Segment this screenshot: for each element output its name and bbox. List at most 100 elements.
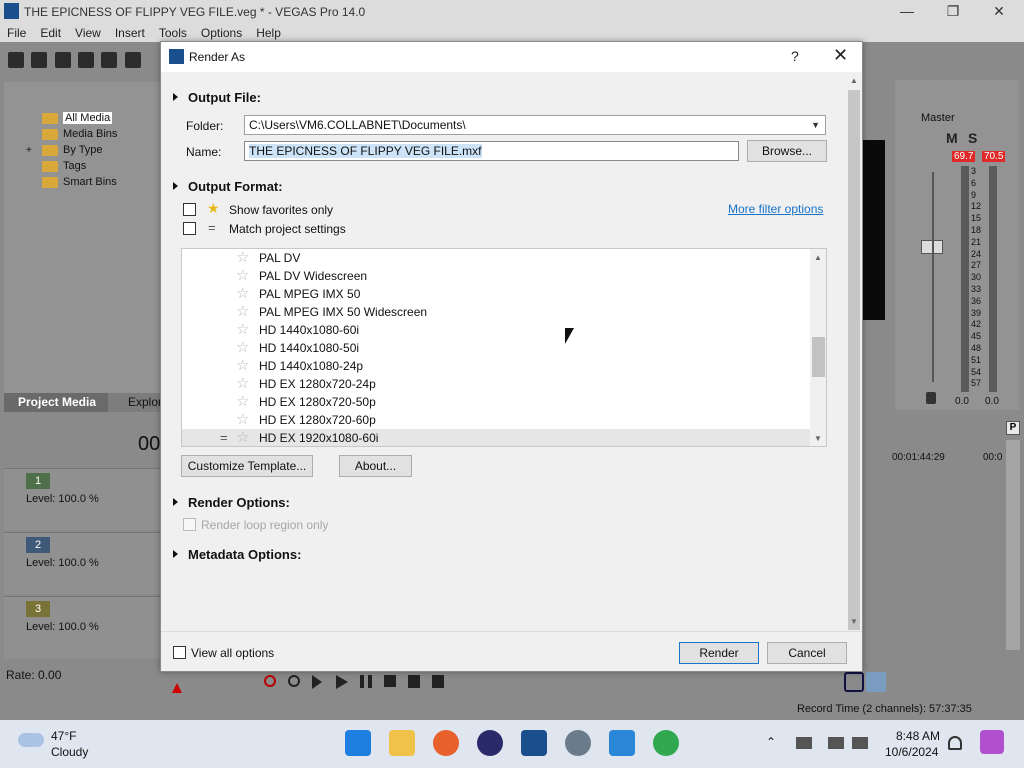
settings-icon[interactable]	[565, 730, 591, 756]
browse-button[interactable]: Browse...	[747, 140, 827, 162]
favorite-star-icon[interactable]: ☆	[236, 412, 249, 428]
favorite-star-icon[interactable]: ☆	[236, 286, 249, 302]
render-button[interactable]: Render	[679, 642, 759, 664]
mute-button[interactable]: M	[946, 130, 958, 146]
scrollbar-thumb[interactable]	[812, 337, 825, 377]
copilot-icon[interactable]	[980, 730, 1004, 754]
template-row[interactable]: ☆ HD 1440x1080-50i	[182, 339, 810, 357]
template-row[interactable]: ☆ PAL DV Widescreen	[182, 267, 810, 285]
clock-time[interactable]: 8:48 AM	[896, 729, 940, 743]
display-icon[interactable]	[828, 737, 844, 749]
pause-icon[interactable]	[360, 675, 372, 688]
close-window-button[interactable]: ✕	[976, 0, 1022, 23]
stop-icon[interactable]	[384, 675, 396, 687]
section-output-format[interactable]: Output Format:	[173, 179, 283, 194]
favorite-star-icon[interactable]: ☆	[236, 268, 249, 284]
tree-item-all-media[interactable]: All Media	[42, 110, 113, 126]
network-icon[interactable]	[796, 737, 812, 749]
tab-project-media[interactable]: Project Media	[4, 393, 108, 412]
file-explorer-icon[interactable]	[389, 730, 415, 756]
loop-region-checkbox[interactable]	[183, 518, 196, 531]
play-from-start-icon[interactable]	[312, 675, 322, 689]
volume-icon[interactable]	[852, 737, 868, 749]
template-row[interactable]: ☆ HD EX 1280x720-24p	[182, 375, 810, 393]
scroll-up-icon[interactable]: ▲	[850, 76, 858, 85]
next-icon[interactable]	[432, 675, 444, 688]
name-input[interactable]: THE EPICNESS OF FLIPPY VEG FILE.mxf	[244, 141, 739, 161]
favorite-star-icon[interactable]: ☆	[236, 304, 249, 320]
menu-tools[interactable]: Tools	[152, 26, 194, 40]
loop-icon[interactable]	[288, 675, 300, 687]
expand-toggle[interactable]: +	[26, 145, 32, 156]
start-icon[interactable]	[345, 730, 371, 756]
maximize-button[interactable]: ❐	[930, 0, 976, 23]
template-list-scrollbar[interactable]: ▲ ▼	[810, 249, 826, 446]
snapping-icon[interactable]	[844, 672, 864, 692]
template-list[interactable]: ☆ PAL DV ☆ PAL DV Widescreen ☆ PAL MPEG IMX 5…	[181, 248, 827, 447]
lock-icon[interactable]	[926, 392, 936, 404]
chevron-up-icon[interactable]: ⌃	[766, 735, 776, 749]
track-header[interactable]: 2 Level: 100.0 %	[4, 532, 162, 594]
menu-edit[interactable]: Edit	[33, 26, 68, 40]
template-row[interactable]: ☆ PAL DV	[182, 249, 810, 267]
cancel-button[interactable]: Cancel	[767, 642, 847, 664]
tree-item-tags[interactable]: Tags	[42, 158, 86, 174]
weather-desc[interactable]: Cloudy	[51, 745, 88, 759]
tree-item-by-type[interactable]: By Type	[42, 142, 103, 158]
favorite-star-icon[interactable]: ☆	[236, 358, 249, 374]
tree-item-smart-bins[interactable]: Smart Bins	[42, 174, 117, 190]
record-icon[interactable]	[264, 675, 276, 687]
favorite-star-icon[interactable]: ☆	[236, 394, 249, 410]
auto-crossfade-icon[interactable]	[866, 672, 886, 692]
properties-icon[interactable]	[124, 52, 141, 68]
scroll-up-icon[interactable]: ▲	[814, 253, 822, 262]
prev-icon[interactable]	[408, 675, 420, 688]
match-project-checkbox[interactable]	[183, 222, 196, 235]
dialog-scrollbar[interactable]: ▲ ▼	[846, 72, 862, 632]
scroll-down-icon[interactable]: ▼	[814, 434, 822, 443]
scroll-down-icon[interactable]: ▼	[850, 617, 858, 626]
timeline-vscroll[interactable]	[1006, 440, 1020, 650]
template-row[interactable]: ☆ HD EX 1280x720-60p	[182, 411, 810, 429]
about-button[interactable]: About...	[339, 455, 412, 477]
template-row[interactable]: ☆ HD EX 1280x720-50p	[182, 393, 810, 411]
play-icon[interactable]	[336, 675, 348, 689]
chrome-icon[interactable]	[653, 730, 679, 756]
favorite-star-icon[interactable]: ☆	[236, 322, 249, 338]
favorite-star-icon[interactable]: ☆	[236, 250, 249, 266]
firefox-icon[interactable]	[433, 730, 459, 756]
save-as-icon[interactable]	[78, 52, 95, 68]
roblox-icon[interactable]	[609, 730, 635, 756]
chevron-down-icon[interactable]: ▼	[811, 116, 820, 134]
customize-template-button[interactable]: Customize Template...	[181, 455, 313, 477]
scrollbar-thumb[interactable]	[848, 90, 860, 630]
menu-insert[interactable]: Insert	[108, 26, 152, 40]
view-all-options-checkbox[interactable]	[173, 646, 186, 659]
notification-bell-icon[interactable]	[948, 736, 962, 750]
menu-options[interactable]: Options	[194, 26, 249, 40]
template-row[interactable]: ☆ HD 1440x1080-24p	[182, 357, 810, 375]
minimize-button[interactable]: —	[884, 0, 930, 23]
template-row[interactable]: ☆ PAL MPEG IMX 50	[182, 285, 810, 303]
render-icon[interactable]	[101, 52, 118, 68]
favorite-star-icon[interactable]: ☆	[236, 430, 249, 446]
new-file-icon[interactable]	[8, 52, 24, 68]
section-output-file[interactable]: Output File:	[173, 90, 261, 105]
menu-view[interactable]: View	[68, 26, 108, 40]
section-metadata-options[interactable]: Metadata Options:	[173, 547, 301, 562]
menu-file[interactable]: File	[0, 26, 33, 40]
tab-explorer[interactable]: Explor	[128, 393, 162, 412]
template-row[interactable]: ☆ PAL MPEG IMX 50 Widescreen	[182, 303, 810, 321]
favorite-star-icon[interactable]: ☆	[236, 340, 249, 356]
dialog-close-button[interactable]: ✕	[833, 45, 848, 66]
vegas-taskbar-icon[interactable]	[521, 730, 547, 756]
app-icon[interactable]	[477, 730, 503, 756]
save-icon[interactable]	[54, 52, 71, 68]
section-render-options[interactable]: Render Options:	[173, 495, 290, 510]
solo-button[interactable]: S	[968, 130, 977, 146]
more-filter-options-link[interactable]: More filter options	[728, 202, 823, 216]
track-header[interactable]: 3 Level: 100.0 %	[4, 596, 162, 658]
help-button[interactable]: ?	[791, 48, 799, 64]
folder-combobox[interactable]: C:\Users\VM6.COLLABNET\Documents\ ▼	[244, 115, 826, 135]
menu-help[interactable]: Help	[249, 26, 288, 40]
